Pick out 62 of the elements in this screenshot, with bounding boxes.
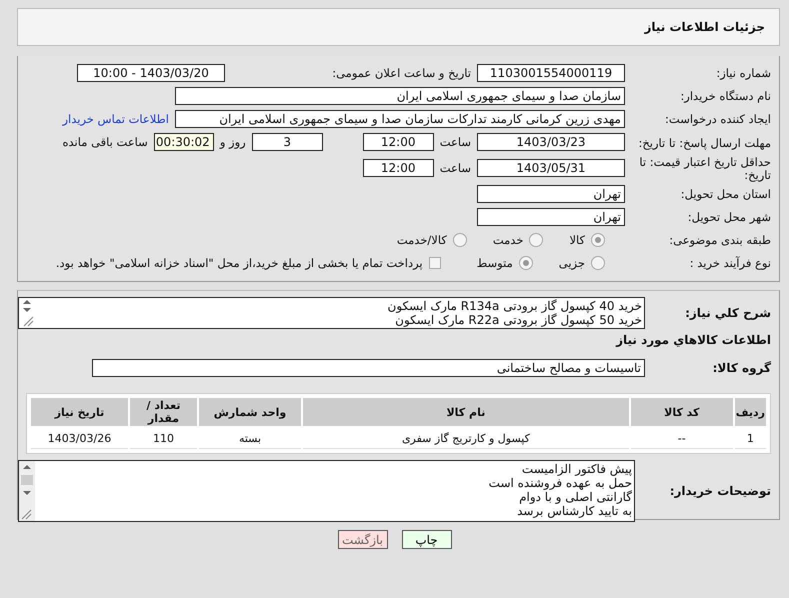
print-button[interactable]: چاپ — [402, 530, 452, 549]
radio-button[interactable] — [452, 233, 467, 247]
validity-date-field: 1403/05/31 — [477, 159, 625, 177]
radio-label: متوسط — [476, 256, 513, 270]
section-title: اطلاعات کالاهاي مورد نياز — [614, 333, 771, 347]
deadline-date-field: 1403/03/23 — [477, 133, 625, 151]
radio-button[interactable] — [591, 233, 605, 247]
table-cell: بسته — [199, 428, 301, 449]
announce-date-field: 1403/03/20 - 10:00 — [77, 64, 225, 82]
page-title: جزئیات اطلاعات نیاز — [644, 20, 765, 34]
radio-button[interactable] — [518, 256, 533, 270]
checkbox[interactable] — [428, 257, 441, 269]
time-label: ساعت — [440, 135, 471, 149]
field-label: شماره نیاز: — [715, 66, 771, 80]
need-number-field: 1103001554000119 — [477, 64, 625, 82]
notes-textarea[interactable]: پیش فاکتور الزامیست حمل به عهده فروشنده است گارانتی اصلی و با دوام به تایید کارشناس برسد — [18, 460, 635, 522]
radio-label: جزیی — [558, 256, 585, 270]
column-header: واحد شمارش — [199, 398, 301, 426]
table-cell: -- — [630, 428, 733, 449]
validity-time-field: 12:00 — [362, 159, 434, 177]
remaining-time-field: 00:30:02 — [154, 133, 214, 151]
radio-button[interactable] — [529, 233, 544, 247]
field-label: طبقه بندی موضوعی: — [668, 233, 771, 247]
description-textarea[interactable]: خرید 40 کپسول گاز برودتی R134a مارک ایسکون خرید 50 کپسول گاز برودتی R22a مارک ایسکون — [18, 297, 645, 329]
column-header: تعداد / مقدار — [130, 398, 197, 426]
days-label: روز و — [220, 135, 246, 149]
buyer-field: سازمان صدا و سیمای جمهوری اسلامی ایران — [175, 87, 625, 105]
field-label: نام دستگاه خریدار: — [679, 89, 771, 103]
payment-note: پرداخت تمام یا بخشی از مبلغ خرید،از محل "اسناد خزانه اسلامی" خواهد بود. — [56, 256, 423, 270]
table-cell: 110 — [130, 428, 197, 449]
table-cell: 1403/03/26 — [31, 428, 128, 449]
buyer-contact-link[interactable]: اطلاعات تماس خریدار — [62, 112, 169, 126]
column-header: کد کالا — [630, 398, 733, 426]
radio-button[interactable] — [591, 256, 605, 270]
column-header: ردیف — [734, 398, 766, 426]
days-field: 3 — [252, 133, 323, 151]
scrollbar-icon[interactable] — [19, 461, 35, 521]
goods-group-field: تاسیسات و مصالح ساختمانی — [92, 359, 645, 377]
field-label: شهر محل تحویل: — [686, 210, 771, 224]
field-label: شرح کلي نياز: — [684, 306, 771, 320]
field-label: تاریخ و ساعت اعلان عمومی: — [331, 66, 471, 80]
back-button[interactable]: بازگشت — [338, 530, 388, 549]
column-header: تاریخ نیاز — [31, 398, 128, 426]
radio-label: کالا — [569, 233, 585, 247]
column-header: نام کالا — [303, 398, 629, 426]
remaining-label: ساعت باقی مانده — [62, 135, 148, 149]
radio-label: کالا/خدمت — [396, 233, 447, 247]
field-label: گروه کالا: — [712, 361, 771, 375]
field-label: استان محل تحویل: — [680, 187, 771, 201]
field-label: ایجاد کننده درخواست: — [664, 112, 771, 126]
creator-field: مهدی زرین کرمانی کارمند تدارکات سازمان صدا و سیمای جمهوری اسلامی ایران — [175, 110, 625, 128]
field-label: حداقل تاریخ اعتبار قیمت: تا تاریخ: — [638, 154, 771, 182]
field-label: مهلت ارسال پاسخ: تا تاریخ: — [637, 134, 771, 150]
province-field: تهران — [477, 185, 625, 203]
time-label: ساعت — [440, 161, 471, 175]
field-label: نوع فرآیند خرید : — [688, 256, 771, 270]
radio-label: خدمت — [492, 233, 524, 247]
city-field: تهران — [477, 208, 625, 226]
deadline-time-field: 12:00 — [362, 133, 434, 151]
table-cell: 1 — [734, 428, 766, 449]
table-cell: کپسول و کارتریج گاز سفری — [303, 428, 629, 449]
field-label: توضیحات خریدار: — [668, 484, 771, 498]
